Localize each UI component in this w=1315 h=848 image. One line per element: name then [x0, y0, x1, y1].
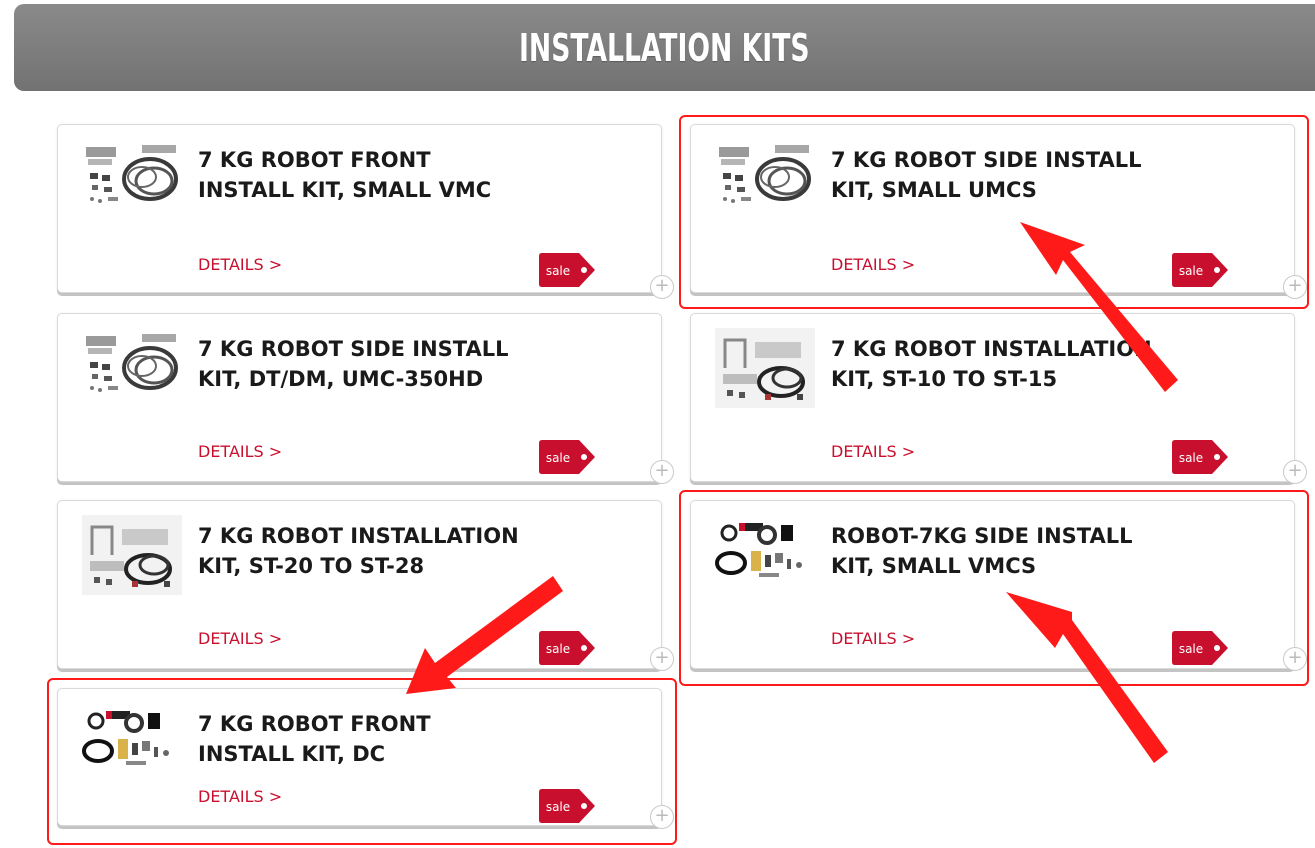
add-plus-icon[interactable]: + [650, 460, 674, 484]
product-title[interactable]: 7 KG ROBOT SIDE INSTALL KIT, SMALL UMCS [831, 145, 1161, 205]
product-title[interactable]: 7 KG ROBOT SIDE INSTALL KIT, DT/DM, UMC-… [198, 334, 528, 394]
product-thumbnail-icon[interactable] [715, 328, 815, 408]
section-title: INSTALLATION KITS [519, 25, 810, 70]
product-thumbnail-icon[interactable] [715, 139, 815, 219]
product-card[interactable]: 7 KG ROBOT FRONT INSTALL KIT, SMALL VMC … [57, 124, 674, 299]
add-plus-icon[interactable]: + [650, 805, 674, 829]
sale-badge-icon [539, 789, 595, 823]
add-plus-icon[interactable]: + [1283, 647, 1307, 671]
product-thumbnail-icon[interactable] [82, 703, 182, 783]
product-title[interactable]: 7 KG ROBOT FRONT INSTALL KIT, DC [198, 709, 528, 769]
sale-badge-icon [539, 440, 595, 474]
details-link[interactable]: DETAILS > [198, 629, 282, 648]
sale-badge-icon [1172, 253, 1228, 287]
product-thumbnail-icon[interactable] [82, 328, 182, 408]
product-card[interactable]: 7 KG ROBOT INSTALLATION KIT, ST-10 TO ST… [690, 313, 1307, 484]
product-card[interactable]: 7 KG ROBOT SIDE INSTALL KIT, DT/DM, UMC-… [57, 313, 674, 484]
sale-badge-icon [539, 631, 595, 665]
details-link[interactable]: DETAILS > [198, 442, 282, 461]
product-thumbnail-icon[interactable] [82, 515, 182, 595]
details-link[interactable]: DETAILS > [198, 255, 282, 274]
details-link[interactable]: DETAILS > [831, 442, 915, 461]
product-title[interactable]: 7 KG ROBOT INSTALLATION KIT, ST-20 TO ST… [198, 521, 528, 581]
add-plus-icon[interactable]: + [1283, 460, 1307, 484]
product-thumbnail-icon[interactable] [82, 139, 182, 219]
sale-badge-icon [1172, 631, 1228, 665]
product-title[interactable]: ROBOT-7KG SIDE INSTALL KIT, SMALL VMCS [831, 521, 1161, 581]
product-card[interactable]: 7 KG ROBOT INSTALLATION KIT, ST-20 TO ST… [57, 500, 674, 671]
details-link[interactable]: DETAILS > [831, 255, 915, 274]
product-card[interactable]: 7 KG ROBOT FRONT INSTALL KIT, DC DETAILS… [57, 688, 674, 829]
product-title[interactable]: 7 KG ROBOT INSTALLATION KIT, ST-10 TO ST… [831, 334, 1161, 394]
details-link[interactable]: DETAILS > [831, 629, 915, 648]
add-plus-icon[interactable]: + [650, 647, 674, 671]
product-card[interactable]: 7 KG ROBOT SIDE INSTALL KIT, SMALL UMCS … [690, 124, 1307, 299]
product-thumbnail-icon[interactable] [715, 515, 815, 595]
sale-badge-icon [539, 253, 595, 287]
product-title[interactable]: 7 KG ROBOT FRONT INSTALL KIT, SMALL VMC [198, 145, 528, 205]
add-plus-icon[interactable]: + [650, 275, 674, 299]
section-header: INSTALLATION KITS [14, 4, 1315, 91]
details-link[interactable]: DETAILS > [198, 787, 282, 806]
add-plus-icon[interactable]: + [1283, 275, 1307, 299]
sale-badge-icon [1172, 440, 1228, 474]
product-card[interactable]: ROBOT-7KG SIDE INSTALL KIT, SMALL VMCS D… [690, 500, 1307, 671]
